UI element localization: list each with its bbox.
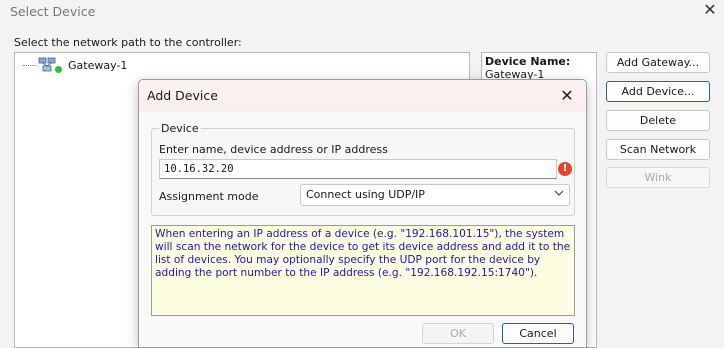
assignment-mode-label: Assignment mode [159,190,259,203]
address-label: Enter name, device address or IP address [159,143,388,156]
add-device-button[interactable]: Add Device... [606,81,710,102]
wink-button[interactable]: Wink [606,167,710,188]
window-close-icon[interactable]: ✕ [696,0,724,22]
dialog-titlebar: Add Device ✕ [139,80,586,112]
cancel-button[interactable]: Cancel [502,323,574,344]
tree-item-label: Gateway-1 [68,58,128,72]
network-gateway-icon [37,57,57,73]
add-device-dialog: Add Device ✕ Device Enter name, device a… [138,79,587,348]
chevron-down-icon [554,188,564,201]
delete-button[interactable]: Delete [606,110,710,131]
window-title: Select Device [10,4,96,19]
device-group: Device Enter name, device address or IP … [151,122,575,216]
tree-item-gateway[interactable]: Gateway-1 [23,57,127,73]
ok-button[interactable]: OK [422,323,494,344]
dialog-close-icon[interactable]: ✕ [554,84,580,108]
device-name-heading: Device Name: [485,55,571,68]
add-gateway-button[interactable]: Add Gateway... [606,52,710,73]
network-path-label: Select the network path to the controlle… [14,36,242,49]
assignment-mode-value: Connect using UDP/IP [306,188,425,201]
scan-network-button[interactable]: Scan Network [606,139,710,160]
error-icon: ! [558,162,572,176]
help-text: When entering an IP address of a device … [151,225,575,316]
assignment-mode-select[interactable]: Connect using UDP/IP [300,184,570,206]
device-group-legend: Device [159,122,201,135]
device-address-input[interactable]: 10.16.32.20 [159,159,557,179]
tree-connector [23,64,35,66]
dialog-title: Add Device [147,88,218,103]
